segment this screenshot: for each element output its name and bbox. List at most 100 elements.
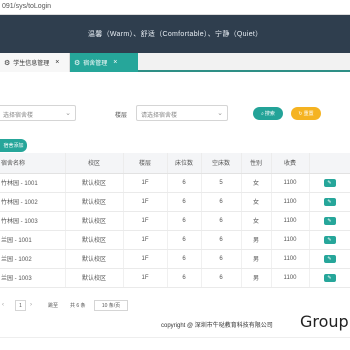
refresh-icon: ↻ [298,110,303,117]
cell-gender: 男 [241,230,272,250]
cell-gender: 男 [241,268,272,288]
address-url: 091/sys/toLogin [2,3,52,10]
cell-floor: 1F [123,249,168,269]
floor-select[interactable]: 请选择宿舍楼 ⌄ [136,105,228,121]
cell-campus: 默认校区 [65,230,124,250]
edit-button[interactable]: ✎ [323,216,336,225]
add-dorm-button-label: 宿舍添加 [3,143,24,149]
cell-floor: 1F [123,211,168,231]
gear-icon: ⚙ [74,59,81,67]
edit-icon: ✎ [327,274,332,281]
search-button-label: 搜索 [264,111,275,117]
column-header[interactable]: 空床数 [201,153,242,174]
edit-icon: ✎ [327,236,332,243]
cell-actions: ✎ [309,230,350,250]
footer: copyright @ 深圳市牛哒教育科技有限公司 Group [0,312,350,332]
cell-campus: 默认校区 [65,173,124,193]
column-header[interactable]: 校区 [65,153,124,174]
cell-dorm-name: 竹林园 - 1002 [0,192,66,212]
tab-bar: ⚙ 学生信息管理 × ⚙ 宿舍管理 × [0,53,350,72]
column-header[interactable]: 床位数 [167,153,202,174]
cell-beds: 6 [167,268,202,288]
cell-beds: 6 [167,173,202,193]
cell-campus: 默认校区 [65,249,124,269]
close-icon[interactable]: × [55,59,59,66]
cell-empty-beds: 5 [201,173,242,193]
dorm-building-select[interactable]: 选择宿舍楼 ⌄ [0,105,76,121]
column-header[interactable]: 宿舍名称 [0,153,66,174]
reset-button-label: 重置 [303,111,314,117]
cell-actions: ✎ [309,268,350,288]
cell-dorm-name: 竹林园 - 1003 [0,211,66,231]
chevron-right-icon[interactable]: › [30,302,32,308]
cell-actions: ✎ [309,173,350,193]
cell-fee: 1100 [271,249,310,269]
column-header[interactable]: 性别 [241,153,272,174]
cell-actions: ✎ [309,192,350,212]
cell-dorm-name: 兰园 - 1003 [0,268,66,288]
cell-campus: 默认校区 [65,211,124,231]
cell-actions: ✎ [309,249,350,269]
total-count: 共 6 条 [70,303,86,309]
cell-beds: 6 [167,192,202,212]
close-icon[interactable]: × [113,59,117,66]
cell-gender: 女 [241,173,272,193]
cell-gender: 女 [241,192,272,212]
cell-campus: 默认校区 [65,192,124,212]
cell-empty-beds: 6 [201,211,242,231]
cell-floor: 1F [123,268,168,288]
search-button[interactable]: ⌕ 搜索 [253,107,283,120]
add-dorm-button[interactable]: 宿舍添加 [0,139,27,152]
chevron-down-icon: ⌄ [217,110,223,117]
cell-fee: 1100 [271,192,310,212]
column-header[interactable]: 楼层 [123,153,168,174]
cell-fee: 1100 [271,268,310,288]
cell-beds: 6 [167,211,202,231]
tab-label: 宿舍管理 [83,61,108,67]
cell-empty-beds: 6 [201,192,242,212]
cell-fee: 1100 [271,230,310,250]
bottom-strip [0,337,350,350]
edit-icon: ✎ [327,255,332,262]
table-row: 兰园 - 1002 默认校区 1F 6 6 男 1100 ✎ [0,249,350,269]
table-header-row: 宿舍名称 校区 楼层 床位数 空床数 性别 收费 [0,153,350,174]
tab-student-info[interactable]: ⚙ 学生信息管理 × [0,53,70,72]
edit-button[interactable]: ✎ [323,254,336,263]
tab-label: 学生信息管理 [13,61,50,67]
table-row: 竹林园 - 1002 默认校区 1F 6 6 女 1100 ✎ [0,192,350,212]
cell-empty-beds: 6 [201,230,242,250]
table-row: 竹林园 - 1003 默认校区 1F 6 6 女 1100 ✎ [0,211,350,231]
page-size-select[interactable]: 10 条/页 [94,300,128,311]
cell-beds: 6 [167,249,202,269]
edit-button[interactable]: ✎ [323,273,336,282]
column-header[interactable]: 收费 [271,153,310,174]
cell-dorm-name: 兰园 - 1002 [0,249,66,269]
edit-icon: ✎ [327,198,332,205]
copyright-text: copyright @ 深圳市牛哒教育科技有限公司 [161,323,273,329]
cell-dorm-name: 兰园 - 1001 [0,230,66,250]
dorm-table: 宿舍名称 校区 楼层 床位数 空床数 性别 收费 竹林园 - 1001 默认校区… [0,153,350,288]
current-page[interactable]: 1 [15,300,26,311]
edit-button[interactable]: ✎ [323,178,336,187]
select-placeholder: 请选择宿舍楼 [141,113,178,119]
cell-fee: 1100 [271,211,310,231]
column-header [309,153,350,174]
edit-button[interactable]: ✎ [323,235,336,244]
table-row: 兰园 - 1003 默认校区 1F 6 6 男 1100 ✎ [0,268,350,288]
edit-button[interactable]: ✎ [323,197,336,206]
edit-icon: ✎ [327,179,332,186]
select-placeholder: 选择宿舍楼 [3,113,34,119]
app-header: 温馨（Warm）、舒适（Comfortable）、宁静（Quiet） [0,15,350,53]
goto-label: 跳至 [48,303,59,309]
chevron-left-icon[interactable]: ‹ [2,302,4,308]
browser-address-bar[interactable]: 091/sys/toLogin [0,0,350,15]
floor-label: 楼层 [115,113,128,119]
table-row: 竹林园 - 1001 默认校区 1F 6 5 女 1100 ✎ [0,173,350,193]
pagination: ‹ 1 › 跳至 共 6 条 10 条/页 [0,298,350,314]
cell-campus: 默认校区 [65,268,124,288]
cell-gender: 男 [241,249,272,269]
edit-icon: ✎ [327,217,332,224]
reset-button[interactable]: ↻ 重置 [291,107,321,120]
page-size-value: 10 条/页 [101,303,121,309]
tab-dorm-management[interactable]: ⚙ 宿舍管理 × [70,53,138,72]
